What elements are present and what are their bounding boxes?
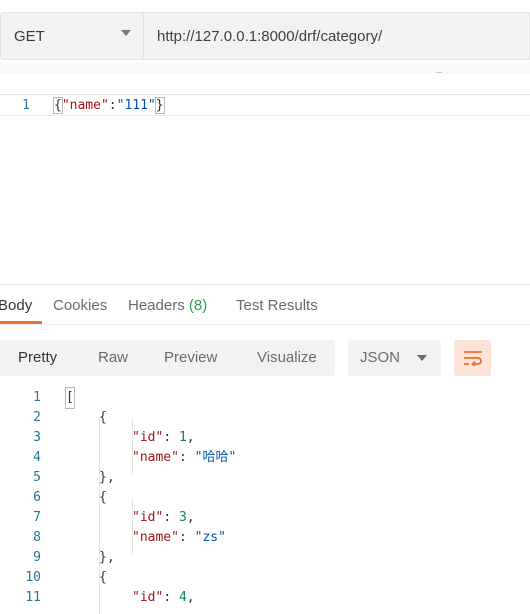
line-number: 9 bbox=[33, 550, 41, 565]
code-line: 10 { bbox=[0, 568, 530, 588]
request-body-editor[interactable]: 1 {"name":"111"} bbox=[0, 94, 530, 285]
url-value: http://127.0.0.1:8000/drf/category/ bbox=[157, 27, 383, 45]
close-brace: } bbox=[154, 97, 165, 114]
line-number: 3 bbox=[33, 430, 41, 445]
method-label: GET bbox=[14, 27, 45, 45]
code-line: 6 { bbox=[0, 488, 530, 508]
editor-code[interactable]: {"name":"111"} bbox=[53, 97, 165, 115]
editor-line: 1 {"name":"111"} bbox=[0, 97, 530, 116]
json-key: "name" bbox=[132, 450, 179, 465]
chevron-down-icon bbox=[121, 30, 131, 36]
code-line: 8 "name": "zs" bbox=[0, 528, 530, 548]
code-line: 5 }, bbox=[0, 468, 530, 488]
code-text: { bbox=[99, 570, 107, 585]
code-text: "id": 4, bbox=[132, 590, 195, 605]
code-text: "name": "zs" bbox=[132, 530, 226, 545]
code-line: 3 "id": 1, bbox=[0, 428, 530, 448]
response-tabs: Body Cookies Headers (8) Test Results bbox=[0, 288, 530, 325]
json-comma: , bbox=[186, 430, 195, 445]
view-raw-button[interactable]: Raw bbox=[98, 340, 128, 376]
code-text: { bbox=[99, 410, 107, 425]
json-comma: , bbox=[186, 590, 195, 605]
json-number: 1 bbox=[178, 430, 187, 445]
line-number: 10 bbox=[25, 570, 41, 585]
tab-body[interactable]: Body bbox=[0, 297, 32, 314]
method-select[interactable]: GET bbox=[0, 12, 143, 60]
wrap-lines-icon bbox=[463, 351, 482, 366]
json-key: "id" bbox=[132, 430, 164, 445]
json-key: "name" bbox=[132, 530, 179, 545]
format-label: JSON bbox=[360, 349, 401, 366]
json-value: "111" bbox=[116, 98, 156, 113]
line-number: 1 bbox=[22, 98, 30, 113]
json-string: "zs" bbox=[194, 530, 226, 545]
tab-test-results[interactable]: Test Results bbox=[236, 297, 318, 314]
json-comma: , bbox=[186, 510, 195, 525]
view-pretty-button[interactable]: Pretty bbox=[18, 340, 57, 376]
open-brace: { bbox=[53, 97, 63, 114]
code-line: 7 "id": 3, bbox=[0, 508, 530, 528]
json-colon: : bbox=[108, 98, 117, 113]
code-line: 11 "id": 4, bbox=[0, 588, 530, 608]
view-preview-button[interactable]: Preview bbox=[164, 340, 217, 376]
divider bbox=[436, 72, 442, 73]
tab-cookies[interactable]: Cookies bbox=[53, 297, 107, 314]
line-number: 6 bbox=[33, 490, 41, 505]
wrap-lines-button[interactable] bbox=[454, 340, 491, 376]
code-text: }, bbox=[99, 470, 115, 485]
json-key: "id" bbox=[132, 510, 164, 525]
line-number: 1 bbox=[33, 390, 41, 405]
request-bar: GET http://127.0.0.1:8000/drf/category/ bbox=[0, 12, 530, 62]
response-body-viewer[interactable]: 1 [ 2 { 3 "id": 1, 4 "name": "哈哈" 5 }, 6… bbox=[0, 387, 530, 614]
line-number: 8 bbox=[33, 530, 41, 545]
format-select[interactable]: JSON bbox=[348, 340, 441, 376]
response-toolbar: Pretty Raw Preview Visualize JSON bbox=[0, 340, 530, 376]
code-line: 4 "name": "哈哈" bbox=[0, 448, 530, 468]
headers-count-badge: (8) bbox=[188, 297, 208, 314]
code-text: { bbox=[99, 490, 107, 505]
json-string: "哈哈" bbox=[194, 450, 237, 465]
line-number: 2 bbox=[33, 410, 41, 425]
json-key: "id" bbox=[132, 590, 164, 605]
code-text: "id": 3, bbox=[132, 510, 195, 525]
json-key: "name" bbox=[61, 98, 109, 113]
code-text: [ bbox=[65, 387, 75, 409]
line-number: 7 bbox=[33, 510, 41, 525]
json-number: 3 bbox=[178, 510, 187, 525]
request-tabs-strip bbox=[0, 62, 530, 74]
code-text: "id": 1, bbox=[132, 430, 195, 445]
chevron-down-icon bbox=[417, 355, 427, 361]
view-visualize-button[interactable]: Visualize bbox=[257, 340, 317, 376]
json-number: 4 bbox=[178, 590, 187, 605]
code-line: 2 { bbox=[0, 408, 530, 428]
line-number: 11 bbox=[25, 590, 41, 605]
tab-headers-label: Headers bbox=[128, 297, 185, 314]
divider bbox=[0, 284, 530, 285]
code-line: 1 [ bbox=[0, 387, 530, 409]
code-line: 9 }, bbox=[0, 548, 530, 568]
code-text: }, bbox=[99, 550, 115, 565]
url-input[interactable]: http://127.0.0.1:8000/drf/category/ bbox=[143, 12, 530, 60]
line-number: 5 bbox=[33, 470, 41, 485]
code-text: "name": "哈哈" bbox=[132, 450, 237, 465]
active-tab-indicator bbox=[0, 321, 42, 324]
tab-headers[interactable]: Headers (8) bbox=[128, 297, 207, 314]
line-number: 4 bbox=[33, 450, 41, 465]
view-mode-group: Pretty Raw Preview Visualize bbox=[0, 340, 335, 376]
